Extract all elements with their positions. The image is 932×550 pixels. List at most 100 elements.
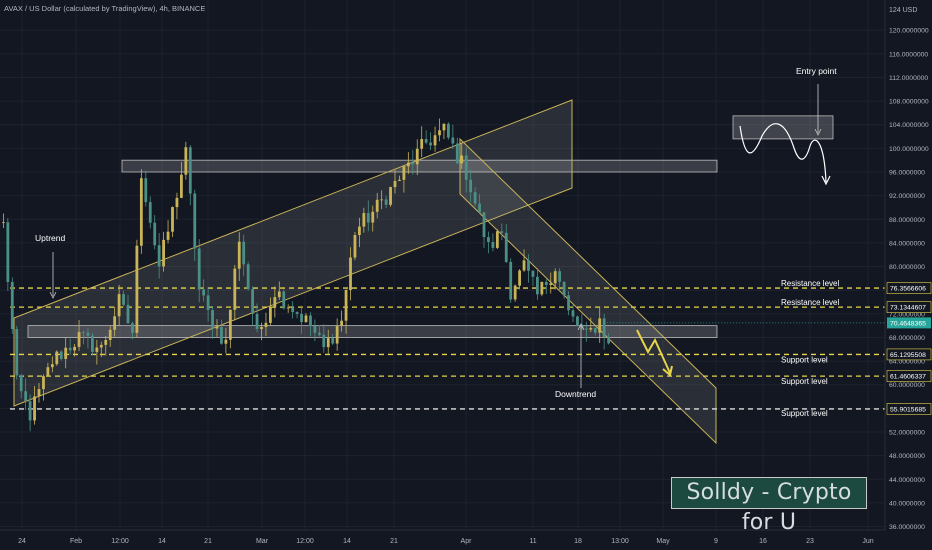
candle bbox=[518, 269, 521, 290]
candle-body bbox=[162, 239, 165, 267]
candle bbox=[2, 213, 5, 229]
x-tick-label: 18 bbox=[574, 538, 582, 545]
price-tag-label: 55.9015685 bbox=[890, 406, 926, 413]
candle-body bbox=[15, 329, 19, 376]
y-tick-label: 108.0000000 bbox=[889, 99, 929, 106]
candle-body bbox=[576, 316, 579, 326]
x-tick-label: 21 bbox=[390, 538, 398, 545]
candle-body bbox=[522, 260, 526, 271]
candle-body bbox=[527, 260, 530, 271]
candle-body bbox=[447, 123, 450, 138]
candle-body bbox=[482, 212, 486, 238]
candle-body bbox=[19, 375, 23, 392]
candle bbox=[282, 289, 286, 310]
candle-body bbox=[6, 222, 10, 283]
candle-body bbox=[415, 148, 419, 165]
x-tick-label: 11 bbox=[529, 538, 536, 545]
candle bbox=[540, 281, 544, 297]
watermark: Solldy - Crypto for U bbox=[671, 477, 867, 535]
candle-body bbox=[464, 155, 468, 180]
candle-body bbox=[353, 235, 357, 258]
candle-body bbox=[571, 310, 575, 317]
candle-body bbox=[567, 295, 570, 311]
candle-body bbox=[358, 226, 361, 236]
candle bbox=[286, 304, 290, 313]
x-tick-label: 12:00 bbox=[111, 538, 129, 545]
candle-body bbox=[91, 335, 94, 352]
candle-body bbox=[429, 142, 432, 146]
candle-body bbox=[282, 291, 286, 309]
candle-body bbox=[366, 213, 370, 223]
entry-point-label: Entry point bbox=[796, 66, 837, 76]
price-tag-label: 61.4606337 bbox=[890, 374, 926, 381]
candle-body bbox=[536, 276, 539, 295]
x-tick-label: Jun bbox=[862, 538, 873, 545]
candle-body bbox=[451, 137, 455, 144]
y-tick-label: 88.0000000 bbox=[889, 217, 925, 224]
candle-body bbox=[180, 174, 183, 198]
candle-body bbox=[206, 295, 210, 311]
candle-body bbox=[549, 283, 553, 285]
y-axis-unit: 124 USD bbox=[889, 7, 917, 14]
candle-body bbox=[455, 143, 459, 164]
candle bbox=[166, 220, 170, 244]
y-tick-label: 52.0000000 bbox=[889, 430, 925, 437]
candle bbox=[353, 231, 357, 261]
candle-body bbox=[495, 231, 499, 248]
candle-body bbox=[309, 315, 312, 327]
candle-body bbox=[73, 346, 76, 351]
candle-body bbox=[269, 306, 272, 323]
candle-body bbox=[126, 304, 130, 324]
candle-body bbox=[166, 231, 170, 240]
candle-body bbox=[300, 313, 303, 323]
level-label: Resistance level bbox=[781, 298, 839, 307]
y-tick-label: 96.0000000 bbox=[889, 170, 925, 177]
y-tick-label: 48.0000000 bbox=[889, 453, 925, 460]
candle bbox=[153, 215, 157, 250]
candle-body bbox=[589, 328, 593, 330]
y-tick-label: 104.0000000 bbox=[889, 122, 929, 129]
candle-body bbox=[544, 281, 548, 285]
candle bbox=[544, 279, 548, 295]
candle-body bbox=[509, 261, 513, 300]
candle-body bbox=[317, 332, 321, 335]
candle bbox=[531, 270, 535, 286]
candle-body bbox=[371, 211, 375, 223]
candle-body bbox=[375, 199, 379, 212]
candle-body bbox=[224, 339, 228, 344]
y-tick-label: 36.0000000 bbox=[889, 524, 925, 531]
candle-body bbox=[188, 147, 192, 194]
chart[interactable]: Uptrend Downtrend Entry point Resistance le… bbox=[0, 0, 932, 550]
candle-body bbox=[331, 338, 335, 344]
candle-body bbox=[433, 135, 437, 146]
x-tick-label: 16 bbox=[759, 538, 767, 545]
candle bbox=[188, 144, 192, 206]
candle-body bbox=[28, 401, 32, 421]
candle-body bbox=[139, 178, 143, 246]
candle-body bbox=[33, 396, 36, 421]
candle-body bbox=[148, 202, 152, 223]
y-tick-label: 120.0000000 bbox=[889, 28, 929, 35]
x-tick-label: Feb bbox=[70, 538, 82, 545]
candle-body bbox=[99, 344, 103, 348]
candle bbox=[251, 286, 254, 326]
candle-body bbox=[438, 130, 441, 136]
candle-body bbox=[384, 199, 388, 205]
candle-body bbox=[260, 326, 263, 330]
candle-body bbox=[460, 155, 464, 164]
x-tick-label: 12:00 bbox=[296, 538, 314, 545]
candle-body bbox=[562, 281, 566, 296]
uptrend-label: Uptrend bbox=[35, 233, 66, 243]
grid bbox=[0, 0, 885, 530]
candle bbox=[447, 122, 450, 140]
candle bbox=[139, 169, 143, 254]
candle-body bbox=[584, 328, 588, 330]
candle bbox=[602, 313, 606, 350]
candle bbox=[10, 277, 14, 334]
candle-body bbox=[473, 192, 477, 204]
price-tag-label: 76.3566606 bbox=[890, 286, 926, 293]
y-tick-label: 80.0000000 bbox=[889, 264, 925, 271]
candle-body bbox=[420, 138, 424, 149]
candle bbox=[442, 123, 446, 140]
candle-body bbox=[86, 332, 90, 336]
